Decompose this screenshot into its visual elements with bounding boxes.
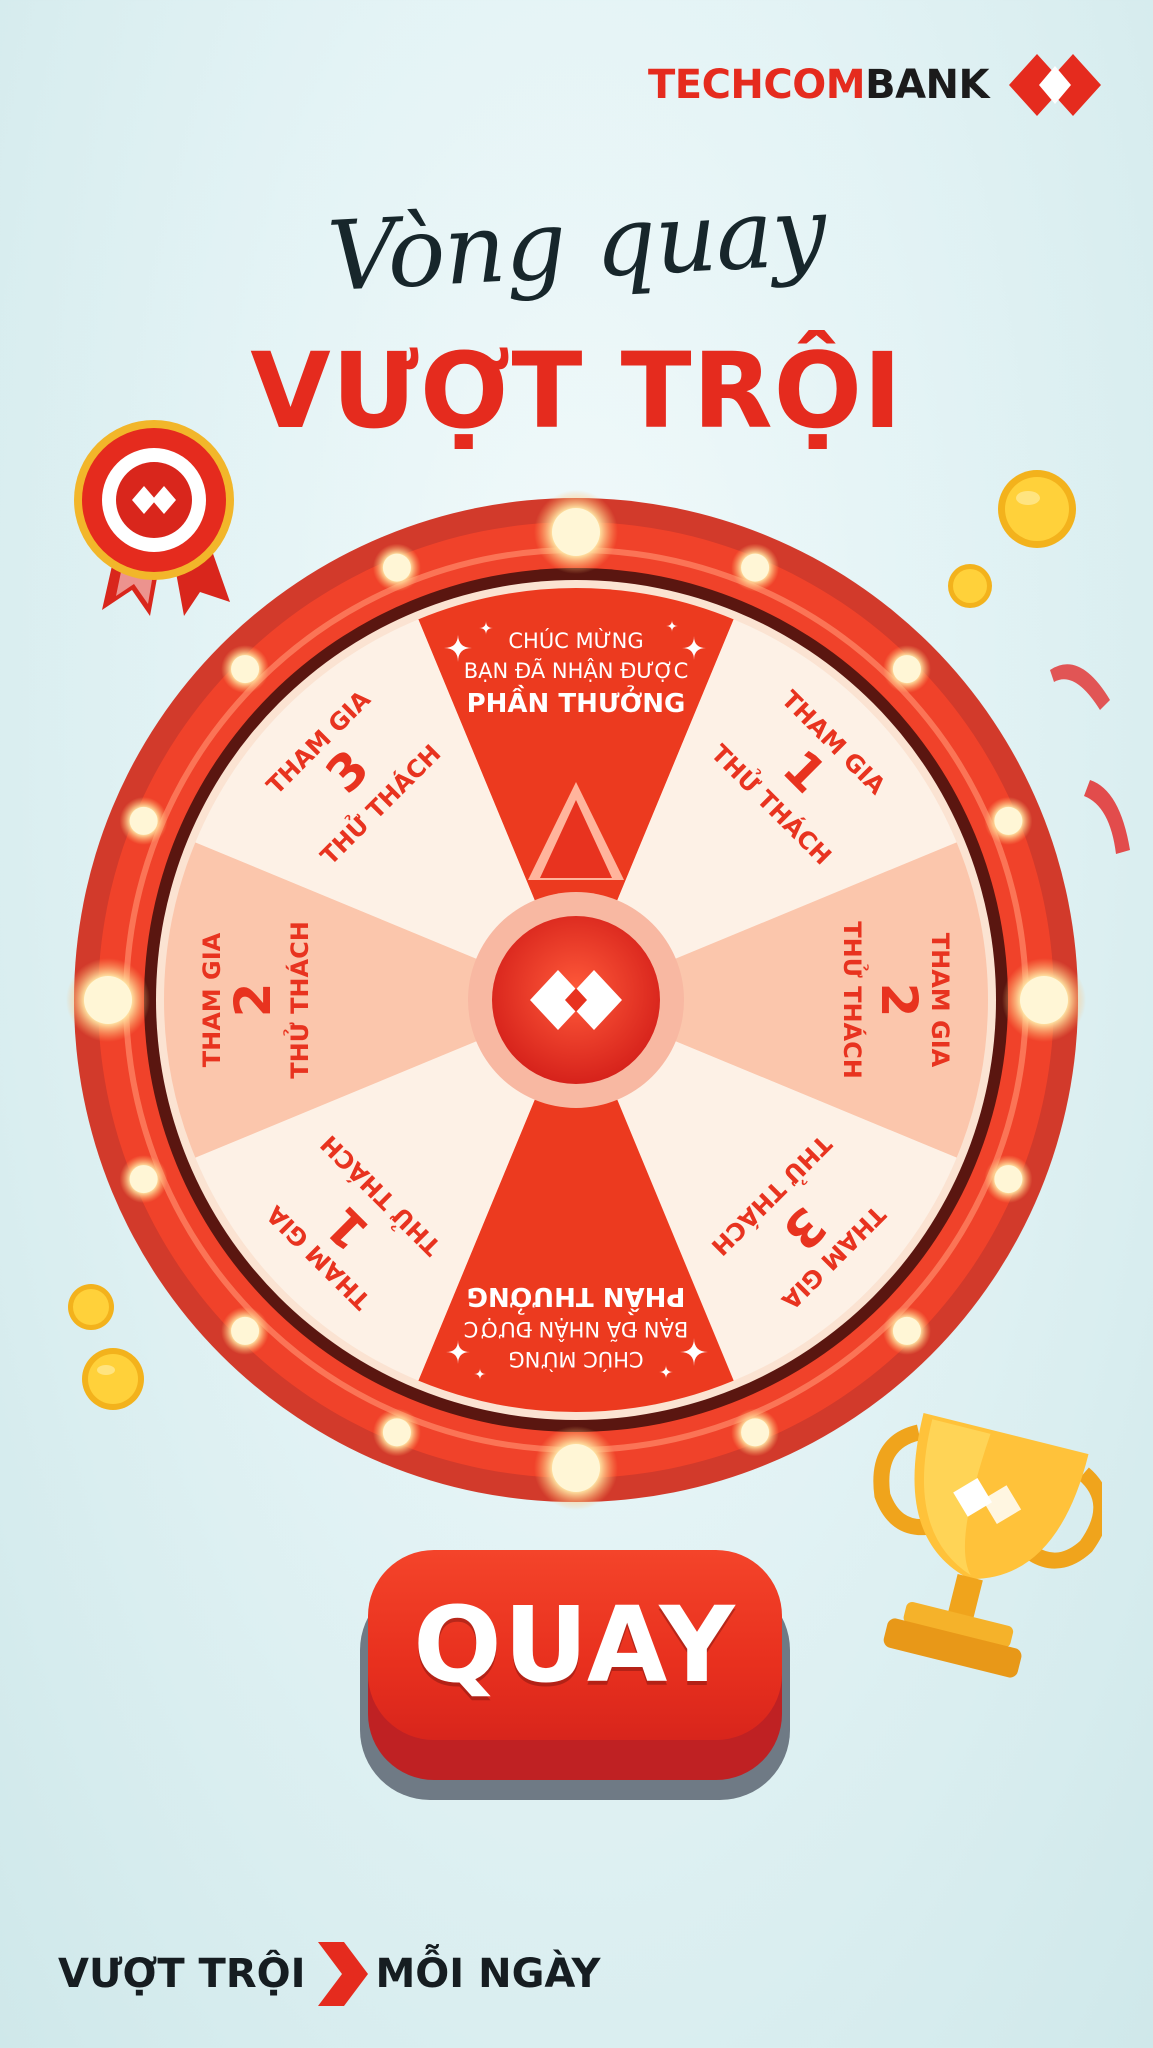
slogan-left: VƯỢT TRỘI <box>58 1951 306 1997</box>
script-title: Vòng quay <box>324 175 829 313</box>
wheel-bulb-core <box>552 508 600 556</box>
segment-text: 2 <box>870 983 928 1018</box>
wheel-bulb-core <box>231 655 260 684</box>
wheel-bulb-core <box>552 1444 600 1492</box>
segment-text: BẠN ĐÃ NHẬN ĐƯỢC <box>464 657 688 683</box>
brand-header: TECHCOMBANK <box>648 52 1103 118</box>
wheel-bulb-core <box>741 553 770 582</box>
wheel-bulb-core <box>892 655 921 684</box>
trophy-icon <box>873 1413 1102 1678</box>
wheel-bulb-core <box>382 1418 411 1447</box>
wheel-bulb-core <box>892 1316 921 1345</box>
wheel-bulb-core <box>129 1165 158 1194</box>
wheel-bulb-core <box>994 1165 1023 1194</box>
wheel-bulb-core <box>231 1316 260 1345</box>
prize-wheel[interactable]: CHÚC MỪNGBẠN ĐÃ NHẬN ĐƯỢCPHẦN THƯỞNG THAM… <box>0 480 1153 1540</box>
slogan-right: MỖI NGÀY <box>375 1951 601 1997</box>
spin-button-face[interactable]: QUAY <box>368 1550 782 1740</box>
segment-text: BẠN ĐÃ NHẬN ĐƯỢC <box>464 1317 688 1343</box>
segment-text: CHÚC MỪNG <box>508 1347 643 1372</box>
wheel-bulb-core <box>382 553 411 582</box>
wheel-bulb-core <box>129 806 158 835</box>
footer-slogan: VƯỢT TRỘI MỖI NGÀY <box>58 1942 601 2006</box>
segment-text: THỬ THÁCH <box>838 921 871 1079</box>
wheel-bulb-core <box>84 976 132 1024</box>
diamond-logo-icon <box>1009 54 1101 116</box>
segment-text: PHẦN THƯỞNG <box>467 683 686 719</box>
segment-text: 2 <box>224 983 282 1018</box>
segment-text: THAM GIA <box>926 933 954 1068</box>
chevron-right-icon <box>317 1942 368 2006</box>
wheel-bulb-core <box>994 806 1023 835</box>
segment-text: PHẦN THƯỞNG <box>467 1281 686 1317</box>
spin-button[interactable]: QUAY <box>360 1550 790 1800</box>
spin-button-label: QUAY <box>413 1584 737 1706</box>
brand-name: TECHCOMBANK <box>647 62 990 108</box>
wheel-bulb-core <box>741 1418 770 1447</box>
segment-text: THỬ THÁCH <box>281 921 314 1079</box>
segment-text: THAM GIA <box>198 932 226 1067</box>
segment-text: CHÚC MỪNG <box>508 628 643 653</box>
wheel-bulb-core <box>1020 976 1068 1024</box>
